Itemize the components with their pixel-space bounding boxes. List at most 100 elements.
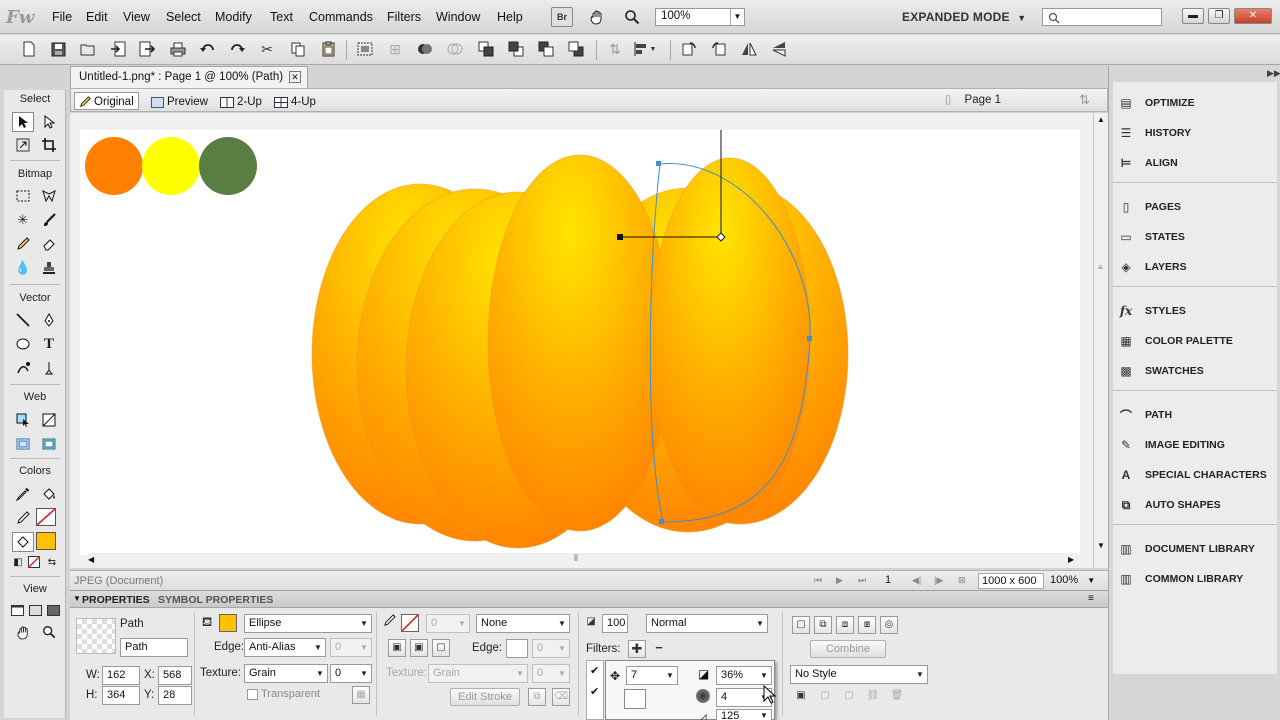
- x-input[interactable]: 568: [158, 666, 192, 685]
- edit-stroke-button[interactable]: Edit Stroke: [450, 688, 520, 706]
- delete-style-icon[interactable]: 🗑: [888, 688, 906, 706]
- break-link-icon[interactable]: ⛓: [864, 688, 882, 706]
- full-screen-mode-icon[interactable]: [45, 600, 62, 620]
- swatch-circle-green[interactable]: [199, 137, 257, 195]
- split-icon[interactable]: [444, 39, 466, 59]
- scale-tool-icon[interactable]: [12, 135, 34, 155]
- next-frame-icon[interactable]: |▶: [934, 575, 943, 586]
- fill-color-swatch[interactable]: [219, 614, 237, 632]
- menu-commands[interactable]: Commands: [309, 10, 373, 24]
- align-dropdown[interactable]: ▼: [630, 39, 660, 59]
- redo-icon[interactable]: [226, 39, 248, 59]
- shadow-distance-input[interactable]: 7 ▼: [626, 666, 678, 685]
- panel-history[interactable]: ☰ HISTORY: [1117, 122, 1277, 144]
- scroll-thumb[interactable]: ≡: [1098, 263, 1103, 272]
- show-slices-icon[interactable]: [38, 434, 60, 454]
- panel-optimize[interactable]: ▤ OPTIMIZE: [1117, 92, 1277, 114]
- marquee-tool-icon[interactable]: [12, 186, 34, 206]
- join-icon[interactable]: [414, 39, 436, 59]
- ungroup-icon[interactable]: ⊞: [384, 39, 406, 59]
- help-search-input[interactable]: [1042, 8, 1162, 26]
- save-icon[interactable]: [47, 39, 69, 59]
- punch-icon[interactable]: ⧈: [836, 616, 854, 634]
- knife-tool-icon[interactable]: [38, 358, 60, 378]
- zoom-select[interactable]: 100% ▼: [655, 8, 745, 26]
- scroll-left-icon[interactable]: ◀: [88, 555, 94, 564]
- scroll-up-icon[interactable]: ▲: [1097, 115, 1105, 124]
- hand-tool-icon[interactable]: [12, 622, 34, 642]
- panel-swatches[interactable]: ▩ SWATCHES: [1117, 360, 1277, 382]
- send-to-back-icon[interactable]: [565, 39, 587, 59]
- scroll-right-icon[interactable]: ▶: [1068, 555, 1074, 564]
- cut-icon[interactable]: ✂: [256, 39, 278, 59]
- menu-view[interactable]: View: [123, 10, 150, 24]
- distribute-icon[interactable]: ⇅: [604, 39, 626, 59]
- scroll-thumb[interactable]: ⦀: [574, 553, 578, 564]
- texture-options-icon[interactable]: ▦: [352, 686, 370, 704]
- tab-symbol-properties[interactable]: SYMBOL PROPERTIES: [158, 594, 273, 606]
- menu-filters[interactable]: Filters: [387, 10, 421, 24]
- panel-image-editing[interactable]: ✎ IMAGE EDITING: [1117, 434, 1277, 456]
- panel-layers[interactable]: ◈ LAYERS: [1117, 256, 1277, 278]
- redefine-style-icon[interactable]: ▢: [816, 688, 834, 706]
- stroke-color-swatch[interactable]: [401, 614, 419, 632]
- menu-modify[interactable]: Modify: [215, 10, 252, 24]
- style-options-icon[interactable]: ▢: [840, 688, 858, 706]
- width-input[interactable]: 162: [102, 666, 140, 685]
- fill-color-swatch[interactable]: [36, 532, 56, 550]
- ellipse-tool-icon[interactable]: [12, 334, 34, 354]
- fill-texture-amount[interactable]: 0 ▼: [330, 664, 372, 683]
- scroll-down-icon[interactable]: ▼: [1097, 541, 1105, 550]
- menu-edit[interactable]: Edit: [86, 10, 108, 24]
- minimize-button[interactable]: ▬: [1182, 8, 1204, 24]
- status-zoom-select[interactable]: 100% ▼: [1050, 574, 1095, 586]
- path-anchor-point[interactable]: [656, 161, 661, 166]
- document-canvas[interactable]: [80, 130, 1080, 555]
- paint-bucket-tool-icon[interactable]: [38, 484, 60, 504]
- union-icon[interactable]: ▢: [792, 616, 810, 634]
- opacity-input[interactable]: 100: [602, 614, 628, 633]
- stroke-type-select[interactable]: None ▼: [476, 614, 570, 633]
- shadow-opacity-input[interactable]: 36% ▼: [716, 666, 772, 685]
- collapse-icon[interactable]: ▼: [73, 594, 81, 603]
- full-screen-menus-icon[interactable]: [27, 600, 44, 620]
- eraser-tool-icon[interactable]: [38, 234, 60, 254]
- default-colors-icon[interactable]: ◧: [10, 554, 26, 570]
- stroke-outside-icon[interactable]: ▢: [432, 639, 450, 657]
- swatch-circle-orange[interactable]: [85, 137, 143, 195]
- style-select[interactable]: No Style ▼: [790, 665, 928, 684]
- remove-filter-icon[interactable]: −: [650, 640, 668, 658]
- stop-icon[interactable]: ⊠: [958, 575, 966, 586]
- undo-icon[interactable]: [197, 39, 219, 59]
- menu-select[interactable]: Select: [166, 10, 201, 24]
- view-4up-button[interactable]: 4-Up: [270, 92, 320, 110]
- close-icon[interactable]: ✕: [289, 71, 301, 83]
- stroke-color-icon[interactable]: [12, 508, 34, 528]
- y-input[interactable]: 28: [158, 686, 192, 705]
- open-icon[interactable]: [77, 39, 99, 59]
- fill-texture-select[interactable]: Grain ▼: [244, 664, 328, 683]
- add-filter-icon[interactable]: ✚: [628, 640, 646, 658]
- flip-horizontal-icon[interactable]: [738, 39, 760, 59]
- new-document-icon[interactable]: [18, 39, 40, 59]
- horizontal-scrollbar[interactable]: ◀ ⦀ ▶: [88, 553, 1078, 567]
- panel-menu-icon[interactable]: ≡: [1088, 593, 1094, 604]
- panel-styles[interactable]: fx STYLES: [1117, 300, 1277, 322]
- panel-states[interactable]: ▭ STATES: [1117, 226, 1277, 248]
- copy-icon[interactable]: [287, 39, 309, 59]
- fill-type-select[interactable]: Ellipse ▼: [244, 614, 372, 633]
- blur-tool-icon[interactable]: 💧: [12, 258, 34, 278]
- intersect-icon[interactable]: ⧉: [814, 616, 832, 634]
- workspace-switcher[interactable]: EXPANDED MODE ▼: [902, 10, 1026, 24]
- bring-forward-icon[interactable]: [505, 39, 527, 59]
- panel-align[interactable]: ⊨ ALIGN: [1117, 152, 1277, 174]
- view-original-button[interactable]: Original: [74, 92, 139, 110]
- pencil-tool-icon[interactable]: [12, 234, 34, 254]
- subselection-tool-icon[interactable]: [38, 112, 60, 132]
- text-tool-icon[interactable]: T: [38, 334, 60, 354]
- crop-shape-icon[interactable]: ⧆: [858, 616, 876, 634]
- panel-color-palette[interactable]: ▦ COLOR PALETTE: [1117, 330, 1277, 352]
- brush-tool-icon[interactable]: [38, 210, 60, 230]
- object-name-input[interactable]: Path: [120, 638, 188, 657]
- stroke-inside-icon[interactable]: ▣: [388, 639, 406, 657]
